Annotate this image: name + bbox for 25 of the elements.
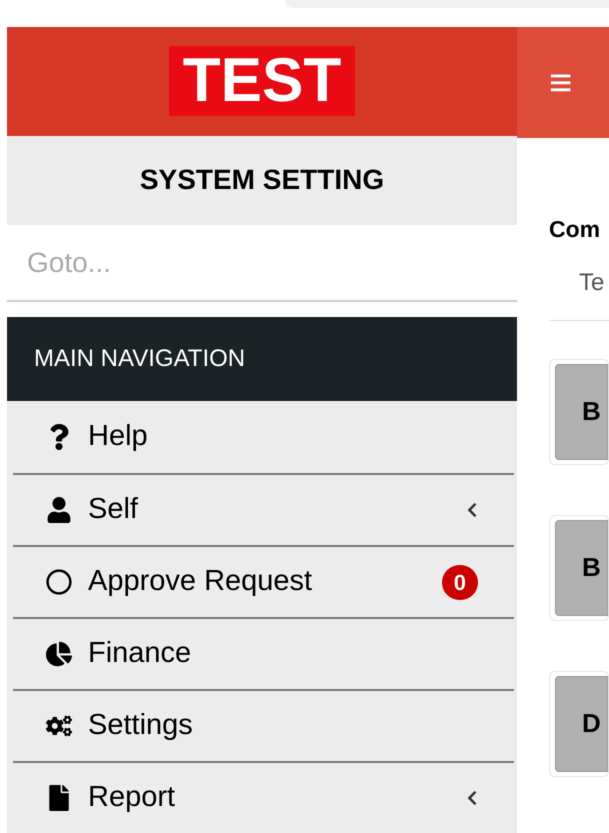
nav-label: Help bbox=[88, 419, 149, 454]
nav-label: Self bbox=[88, 492, 139, 528]
nav-label: Report bbox=[88, 780, 176, 816]
count-badge: 0 bbox=[442, 564, 478, 600]
nav-label: Approve Request bbox=[88, 564, 314, 600]
panel-button[interactable]: D bbox=[555, 676, 608, 772]
tab[interactable]: Te bbox=[579, 265, 604, 301]
menu-toggle[interactable]: ≡ bbox=[549, 62, 572, 102]
panel-button[interactable]: B bbox=[555, 364, 608, 460]
section-header: MAIN NAVIGATION bbox=[7, 317, 517, 401]
user-icon bbox=[46, 497, 72, 523]
nav-label: Settings bbox=[88, 708, 194, 744]
panel-button[interactable]: B bbox=[555, 520, 608, 616]
nav-label: Finance bbox=[88, 636, 192, 672]
gears-icon bbox=[46, 713, 72, 739]
nav-item[interactable]: Help bbox=[13, 401, 514, 473]
sidebar-title: SYSTEM SETTING bbox=[7, 136, 517, 225]
nav-item[interactable]: Approve Request 0 bbox=[13, 545, 514, 617]
nav-item[interactable]: Self bbox=[13, 473, 514, 545]
panel-heading: Com bbox=[549, 215, 602, 244]
logo[interactable]: TEST bbox=[168, 46, 356, 116]
nav-item[interactable]: Report bbox=[13, 761, 514, 833]
pie-chart-icon bbox=[46, 641, 72, 667]
nav-item[interactable]: Finance bbox=[13, 617, 514, 689]
nav-item[interactable]: Settings bbox=[13, 689, 514, 761]
